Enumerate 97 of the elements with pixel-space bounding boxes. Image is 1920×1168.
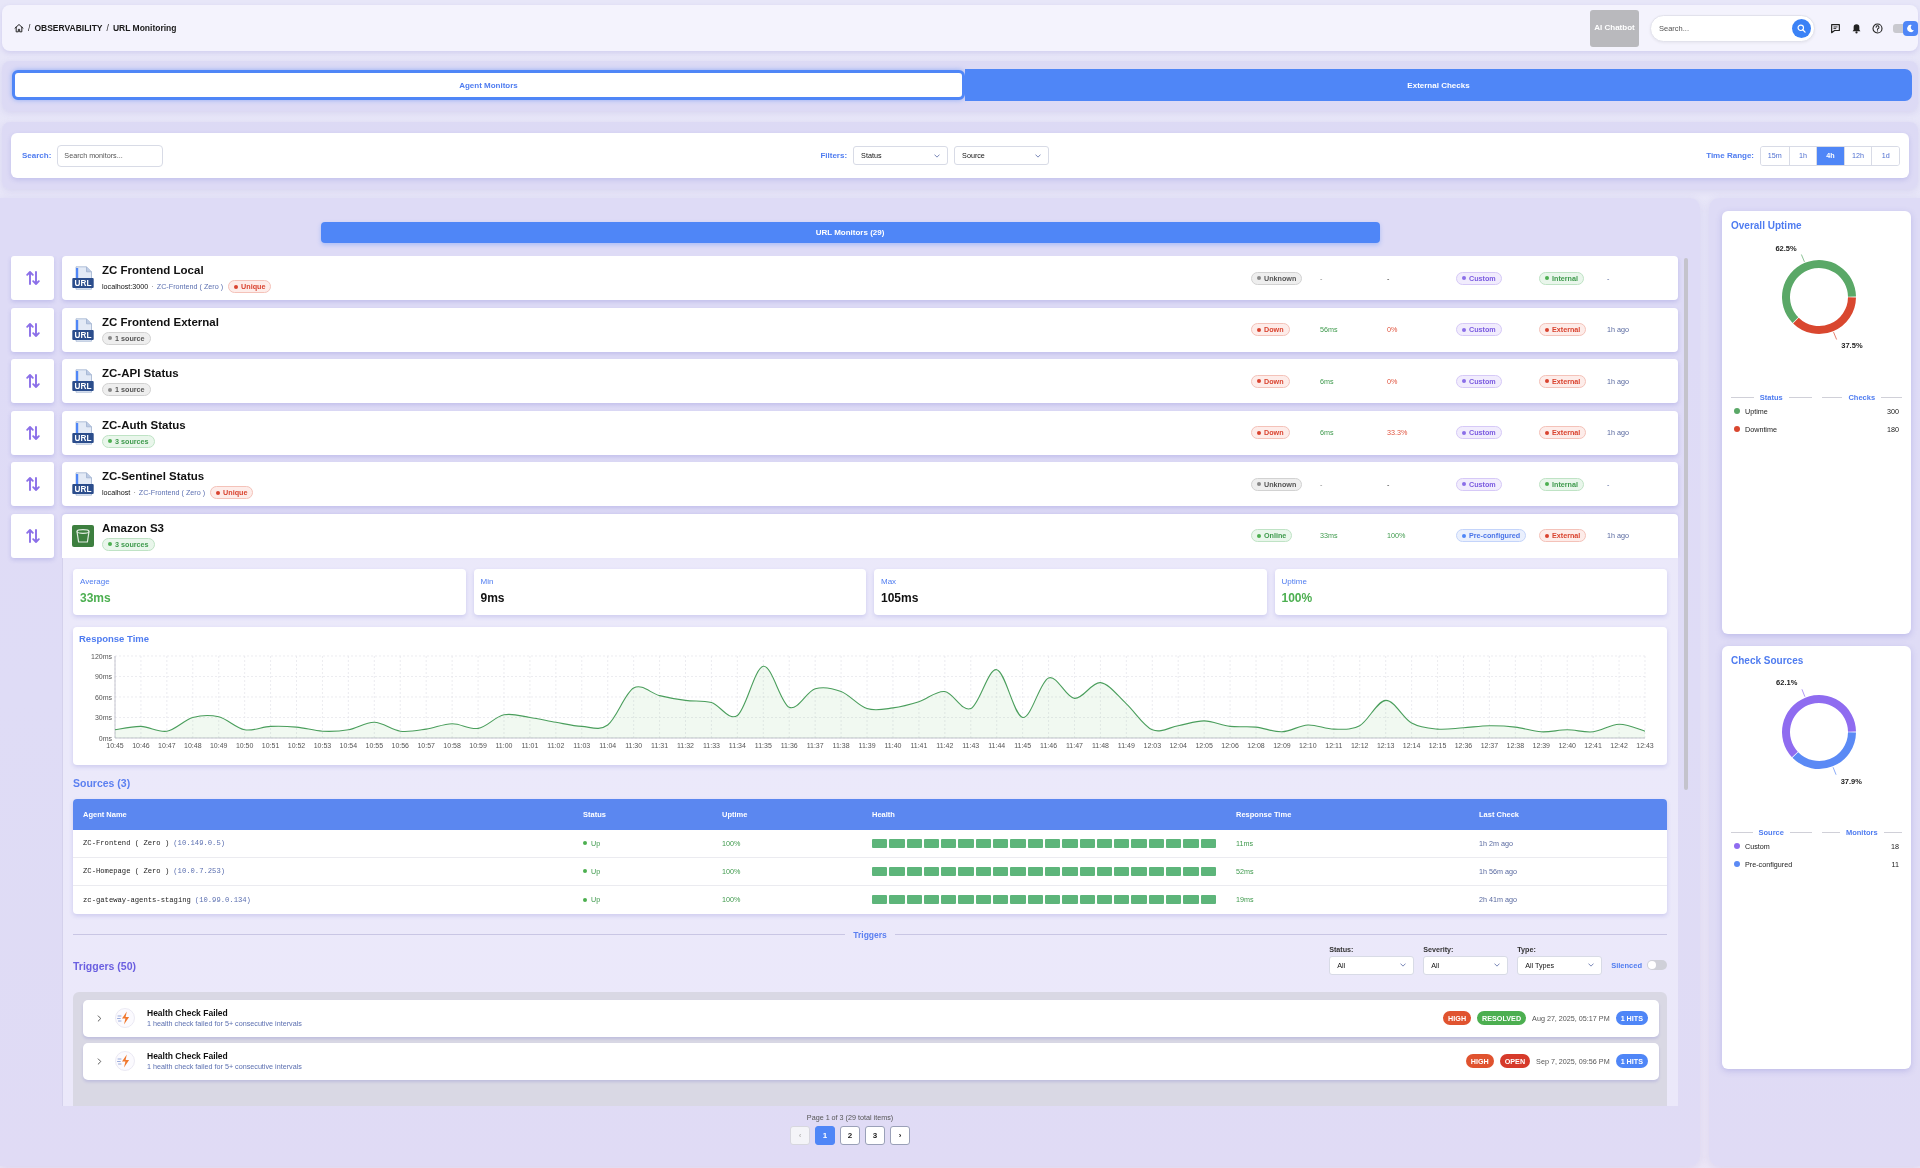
status-dot-icon bbox=[583, 841, 587, 846]
silenced-toggle[interactable] bbox=[1647, 960, 1667, 971]
dot-icon bbox=[216, 490, 221, 495]
url-file-icon: URL bbox=[72, 317, 94, 342]
dot-icon bbox=[108, 542, 112, 547]
stat-value: 100% bbox=[1281, 590, 1313, 605]
moon-icon bbox=[1906, 23, 1915, 33]
url-file-icon: URL bbox=[72, 420, 94, 445]
dot-icon bbox=[1257, 379, 1261, 384]
lightning-icon bbox=[115, 1008, 135, 1029]
dot-icon bbox=[1257, 276, 1261, 280]
chat-icon[interactable] bbox=[1830, 22, 1841, 34]
section-title: Triggers (50) bbox=[73, 959, 137, 972]
dot-icon bbox=[1545, 533, 1549, 538]
next-page-button[interactable]: › bbox=[890, 1126, 910, 1145]
search-icon bbox=[1797, 23, 1806, 33]
monitor-name: ZC-Auth Status bbox=[102, 417, 186, 432]
stat-label: Max bbox=[881, 576, 897, 586]
stat-label: Uptime bbox=[1281, 576, 1307, 586]
monitor-name: ZC Frontend Local bbox=[102, 263, 205, 277]
dot-icon bbox=[1545, 327, 1549, 332]
dot-icon bbox=[234, 284, 239, 289]
dot-icon bbox=[1257, 533, 1261, 538]
dot-icon bbox=[108, 336, 112, 341]
chevron-down-icon bbox=[934, 153, 941, 158]
dot-icon bbox=[1257, 482, 1261, 487]
drag-handle[interactable] bbox=[11, 513, 54, 558]
up-down-arrows-icon bbox=[25, 424, 40, 441]
chart-title: Check Sources bbox=[1731, 654, 1804, 667]
chevron-icon[interactable] bbox=[97, 1057, 102, 1065]
stat-value: 33ms bbox=[80, 590, 111, 605]
drag-handle[interactable] bbox=[11, 410, 54, 455]
stat-label: Min bbox=[480, 576, 494, 586]
chart-title: Response Time bbox=[79, 632, 151, 645]
url-file-icon: URL bbox=[72, 369, 94, 394]
dot-icon bbox=[1462, 482, 1466, 487]
up-down-arrows-icon bbox=[25, 321, 40, 338]
monitor-name: ZC-API Status bbox=[102, 366, 179, 381]
page-button[interactable]: 2 bbox=[840, 1126, 860, 1145]
filters-label: Filters: bbox=[820, 151, 848, 160]
monitor-name: Amazon S3 bbox=[102, 520, 164, 535]
home-icon[interactable] bbox=[14, 23, 24, 33]
time-range-label: Time Range: bbox=[1706, 151, 1755, 160]
tab[interactable]: Agent Monitors bbox=[12, 70, 965, 100]
help-icon[interactable] bbox=[1872, 22, 1883, 34]
dot-icon bbox=[1462, 327, 1466, 332]
dot-icon bbox=[108, 439, 112, 444]
status-dot-icon bbox=[583, 869, 587, 874]
dot-icon bbox=[1545, 379, 1549, 384]
stat-value: 9ms bbox=[480, 590, 505, 605]
breadcrumb-separator: / bbox=[28, 23, 31, 33]
drag-handle[interactable] bbox=[11, 359, 54, 404]
dot-icon bbox=[1462, 379, 1466, 384]
dot-icon bbox=[1462, 276, 1466, 280]
up-down-arrows-icon bbox=[25, 373, 40, 390]
breadcrumb-link[interactable]: URL Monitoring bbox=[112, 23, 177, 33]
drag-handle[interactable] bbox=[11, 307, 54, 352]
dot-icon bbox=[108, 387, 112, 392]
theme-toggle[interactable] bbox=[1893, 20, 1918, 36]
up-down-arrows-icon bbox=[25, 527, 40, 544]
dot-icon bbox=[1257, 327, 1261, 332]
stat-label: Average bbox=[80, 576, 110, 586]
chart-title: Overall Uptime bbox=[1731, 219, 1802, 232]
dot-icon bbox=[1462, 533, 1466, 538]
monitor-name: ZC Frontend External bbox=[102, 314, 219, 329]
page-button[interactable]: 3 bbox=[865, 1126, 885, 1145]
scrollbar[interactable] bbox=[1684, 258, 1688, 790]
breadcrumb-separator: / bbox=[106, 23, 109, 33]
chevron-down-icon bbox=[1494, 963, 1501, 968]
url-file-icon: URL bbox=[72, 472, 94, 497]
drag-handle[interactable] bbox=[11, 462, 54, 507]
url-file-icon: URL bbox=[72, 266, 94, 290]
breadcrumb-link[interactable]: OBSERVABILITY bbox=[34, 23, 103, 33]
dot-icon bbox=[1545, 430, 1549, 435]
divider-label: Triggers bbox=[853, 929, 887, 940]
dot-icon bbox=[1545, 482, 1549, 487]
dot-icon bbox=[1462, 430, 1466, 435]
chevron-down-icon bbox=[1400, 963, 1407, 968]
dot-icon bbox=[1545, 276, 1549, 280]
section-title: Sources (3) bbox=[73, 776, 131, 790]
drag-handle[interactable] bbox=[11, 256, 54, 300]
bell-icon[interactable] bbox=[1851, 22, 1862, 34]
chevron-down-icon bbox=[1035, 153, 1042, 158]
lightning-icon bbox=[115, 1051, 135, 1072]
search-label: Search: bbox=[22, 151, 52, 160]
bucket-icon bbox=[72, 524, 94, 547]
dot-icon bbox=[1257, 430, 1261, 435]
trigger-title: Health Check Failed bbox=[147, 1051, 228, 1062]
trigger-title: Health Check Failed bbox=[147, 1008, 228, 1019]
stat-value: 105ms bbox=[881, 590, 919, 605]
up-down-arrows-icon bbox=[25, 476, 40, 493]
monitor-name: ZC-Sentinel Status bbox=[102, 469, 206, 484]
section-header: URL Monitors (29) bbox=[320, 222, 1380, 243]
up-down-arrows-icon bbox=[25, 270, 40, 286]
chevron-icon[interactable] bbox=[97, 1014, 102, 1022]
chevron-down-icon bbox=[1588, 963, 1595, 968]
status-dot-icon bbox=[583, 897, 587, 902]
